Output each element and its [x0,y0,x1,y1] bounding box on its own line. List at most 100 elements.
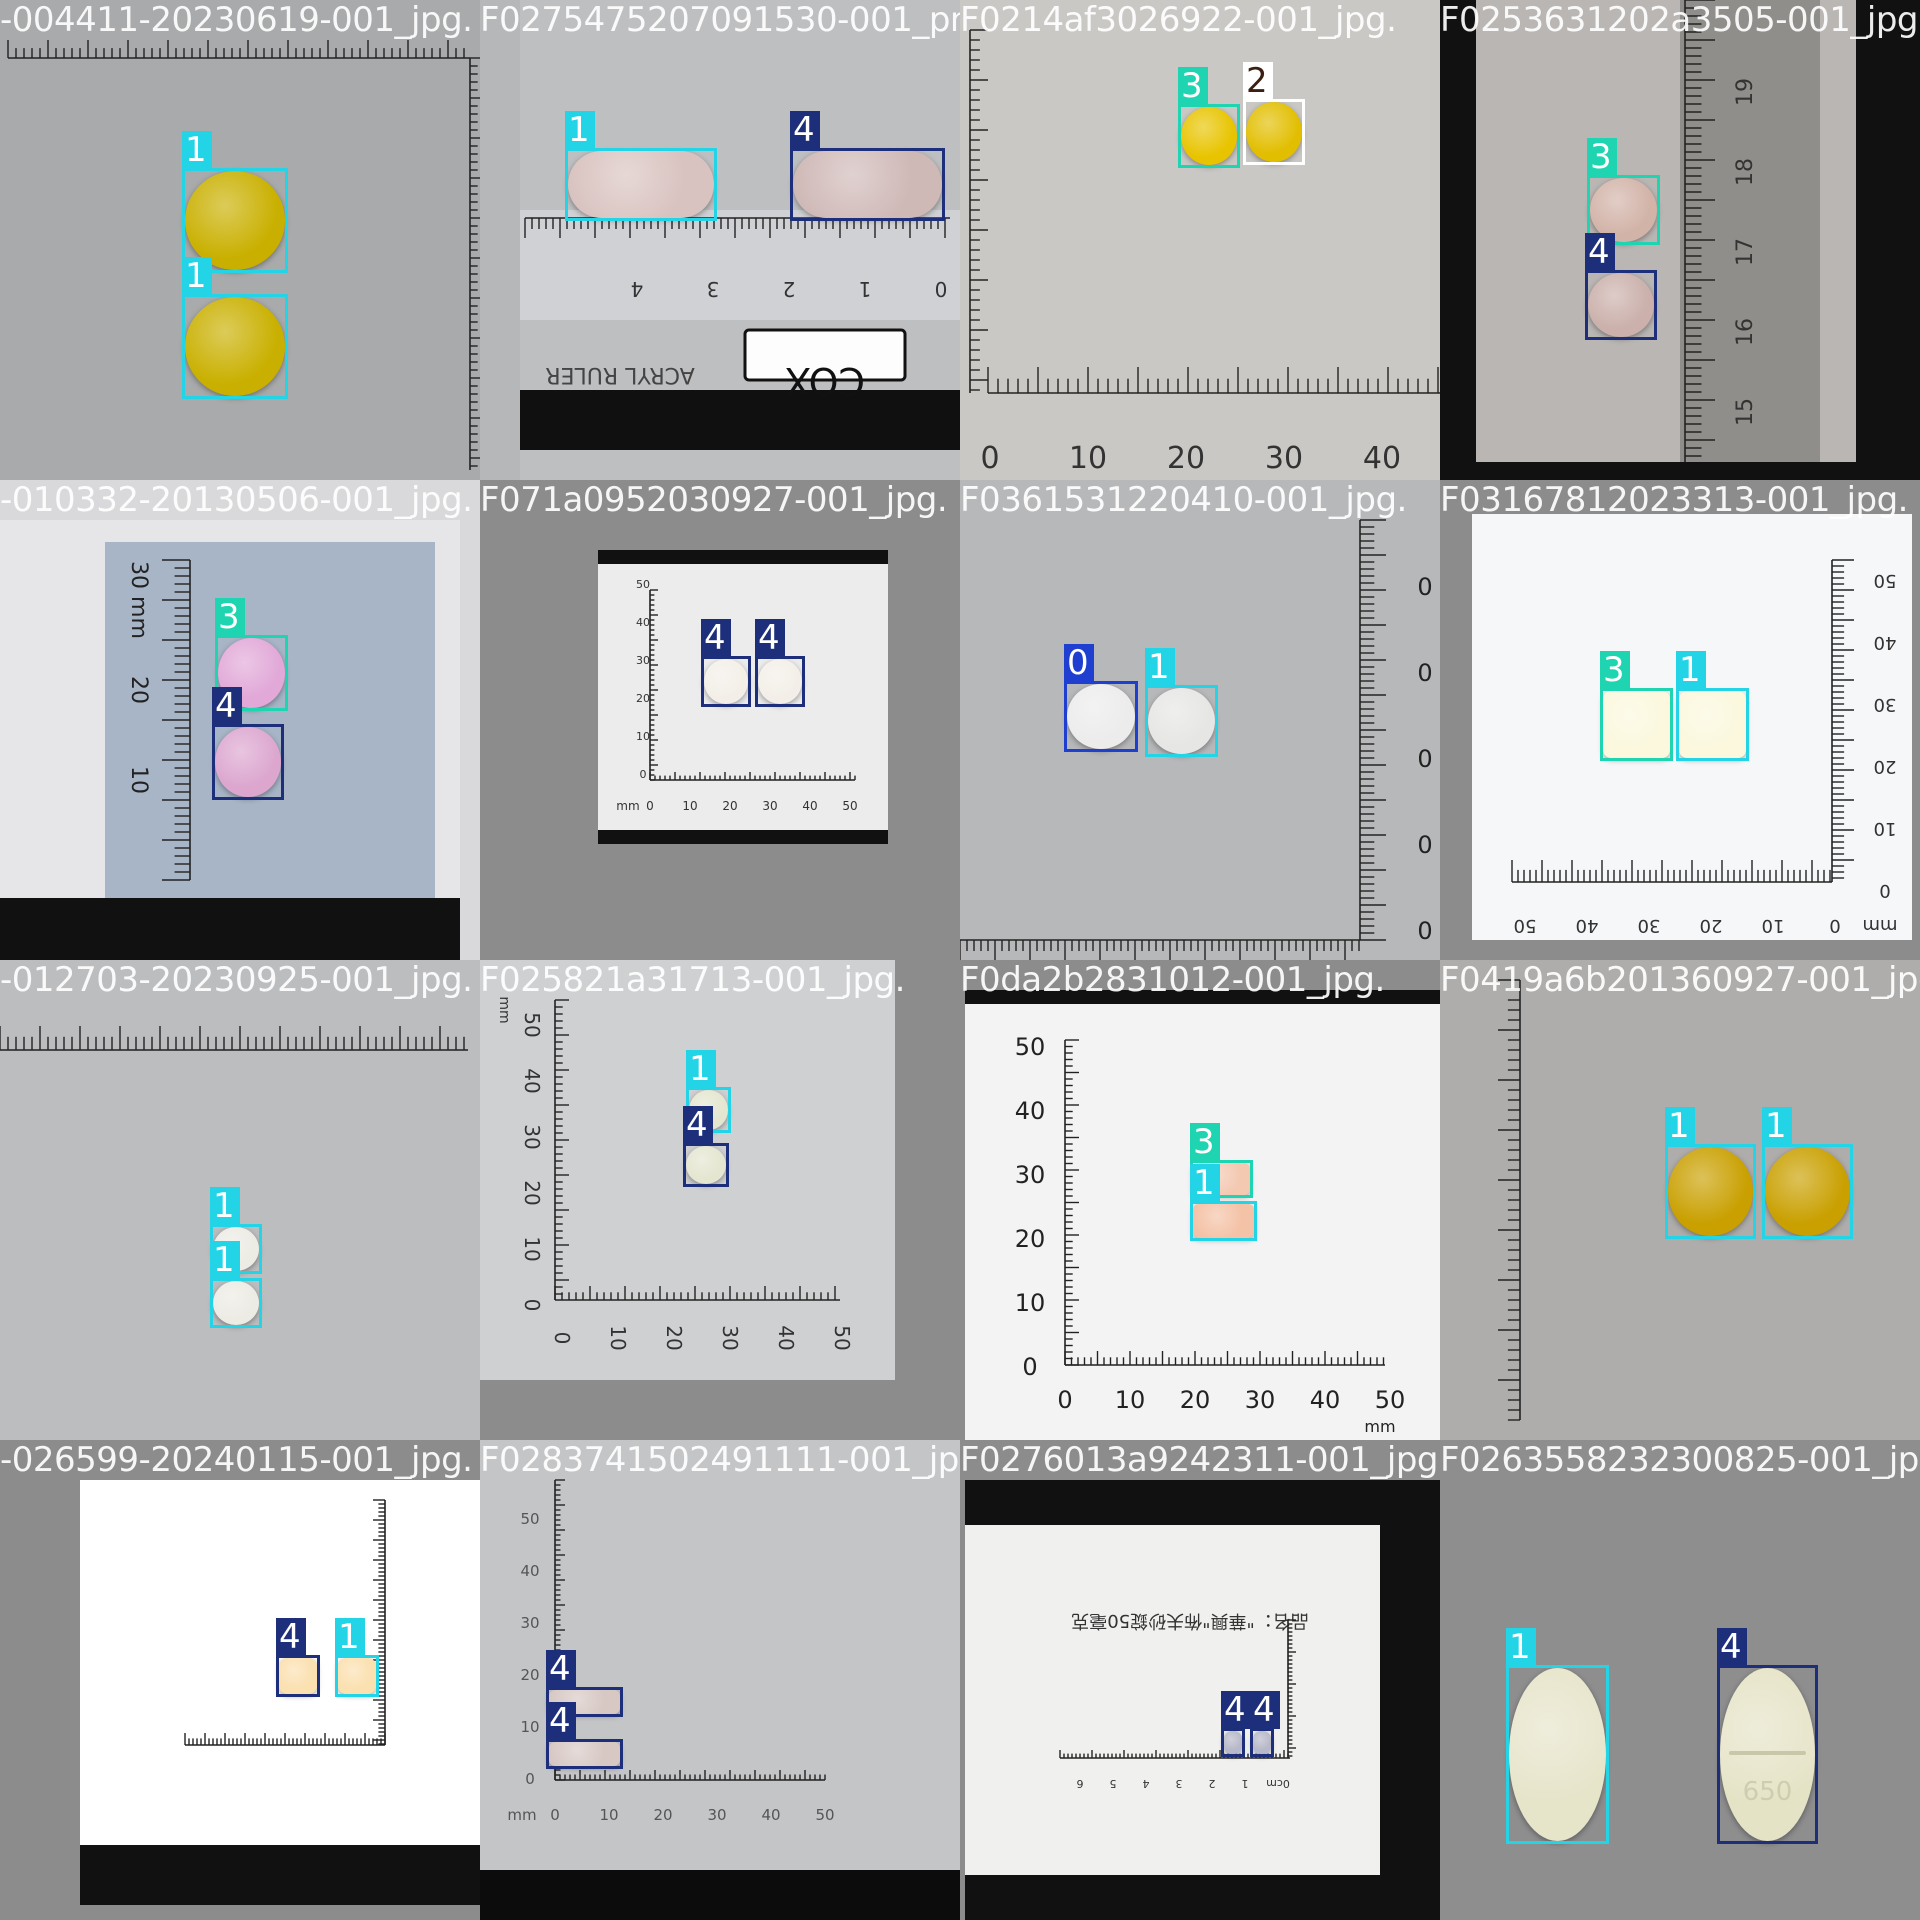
ruler-tick-label: 10 [1874,818,1897,839]
ruler-tick-label: 50 [1514,915,1537,936]
ruler-tick-label: 30 [1638,915,1661,936]
ruler-tick-label: 0 [646,799,654,813]
detection-box: 1 [1190,1164,1257,1241]
detection-box: 4 [1585,233,1657,340]
tile-filename: F071a0952030927-001_jpg. [480,480,948,520]
ruler-tick-label: 50 [842,799,857,813]
class-label: 1 [1665,1107,1695,1145]
ruler-tick-label: 40 [1310,1386,1341,1414]
detection-box: 1 [335,1618,379,1697]
ruler-tick-label: 3 [707,277,720,301]
tile-filename: -012703-20230925-001_jpg. [0,960,473,1000]
ruler-tick-label: 10 [1762,915,1785,936]
class-label: 1 [210,1187,240,1225]
ruler-tick-label: 30 mm [126,561,151,639]
ruler-tick-label: 30 [1015,1161,1046,1189]
ruler-tick-label: 30 [1874,694,1897,715]
ruler-tick-label: 0cm [1266,1777,1290,1790]
detection-box: 1 [1665,1107,1756,1239]
mosaic-tile: 1 1 F0419a6b201360927-001_jpg. [1440,960,1920,1440]
class-label: 4 [546,1650,576,1688]
mosaic-tile: 4 1 -026599-20240115-001_jpg. [0,1440,480,1920]
detection-box: 1 [210,1241,262,1328]
class-label: 4 [546,1702,576,1740]
ruler-tick-label: 0 [935,277,948,301]
class-label: 4 [790,111,820,149]
tile-filename: F0419a6b201360927-001_jpg. [1440,960,1920,1000]
mosaic-tile: 650 1 4 F0263558232300825-001_jpg. [1440,1440,1920,1920]
class-label: 1 [1190,1164,1220,1202]
ruler-tick-label: 30 [707,1806,726,1824]
ruler-tick-label: 20 [1180,1386,1211,1414]
ruler-tick-label: 18 [1733,158,1758,186]
tile-filename: F025821a31713-001_jpg. [480,960,905,1000]
ruler-tick-label: 50 [1015,1033,1046,1061]
ruler-tick-label: 40 [1363,441,1401,476]
ruler-tick-label: 20 [126,676,151,704]
brand-logo-text: COX [785,359,865,403]
detection-box: 4 [755,619,805,707]
mosaic-grid: 1 1 -004411-20230619-001_jpg. 4 3 2 1 0 COX ACRYL… [0,0,1920,1920]
ruler-tick-label: 30 [520,1124,544,1149]
ruler-tick-label: 2 [1209,1777,1216,1790]
class-label: 2 [1243,62,1273,100]
mosaic-tile: 4 3 2 1 0 COX ACRYL RULER 1 4 F0275475207091530-0… [480,0,960,480]
mosaic-tile: 0 0 0 0 0 0 1 F0361531220410-001_jpg. [960,480,1440,960]
detection-box: 4 [1717,1628,1818,1844]
ruler-tick-label: 20 [520,1180,544,1205]
tile-photo: 4 3 2 1 0 COX ACRYL RULER [480,0,960,480]
tile-filename: F0214af3026922-001_jpg. [960,0,1397,40]
class-label: 3 [1178,67,1208,105]
ruler-tick-label: 0 [550,1806,560,1824]
ruler-tick-label: 50 [1874,570,1897,591]
tile-filename: -010332-20130506-001_jpg. [0,480,473,520]
class-label: 4 [1250,1691,1280,1729]
detection-box: 4 [790,111,945,221]
detection-box: 2 [1243,62,1305,165]
tile-filename: F03167812023313-001_jpg. [1440,480,1908,520]
class-label: 1 [1762,1107,1792,1145]
detection-box: 4 [212,687,284,800]
ruler-tick-label: 20 [636,692,650,705]
class-label: 0 [1064,644,1094,682]
tile-filename: F0da2b2831012-001_jpg. [960,960,1385,1000]
ruler-tick-label: 0 [1879,880,1890,901]
ruler-tick-label: 30 [718,1325,742,1350]
class-label: 4 [683,1106,713,1144]
detection-box: 3 [1600,651,1673,761]
class-label: 4 [1221,1691,1251,1729]
ruler-tick-label: 20 [1874,756,1897,777]
tile-filename: F0276013a9242311-001_jpg. [960,1440,1440,1480]
class-label: 4 [701,619,731,657]
detection-box: 1 [1506,1628,1609,1844]
tile-photo: 品名："華興"佈夫砂錠50毫克 6 5 4 3 2 1 0cm [960,1440,1440,1920]
detection-box: 1 [1762,1107,1853,1239]
ruler-tick-label: 40 [802,799,817,813]
class-label: 4 [212,687,242,725]
ruler-tick-label: 30 [1245,1386,1276,1414]
ruler-tick-label: 0 [1057,1386,1072,1414]
ruler-tick-label: 40 [520,1562,539,1580]
detection-box: 1 [182,257,288,399]
class-label: 1 [686,1050,716,1088]
ruler-tick-label: 10 [636,730,650,743]
mosaic-tile: 0 0 10 10 20 20 30 30 40 40 50 50 mm 4 4 F071a095203092… [480,480,960,960]
ruler-tick-label: 0 [980,441,999,476]
class-label: 4 [1717,1628,1747,1666]
ruler-tick-label: 5 [1110,1777,1117,1790]
ruler-tick-label: 30 [762,799,777,813]
ruler-tick-label: 10 [520,1718,539,1736]
ruler-tick-label: 1 [859,277,872,301]
tile-filename: F0283741502491111-001_jpg. [480,1440,960,1480]
class-label: 1 [1145,648,1175,686]
ruler-tick-label: 50 [830,1325,854,1350]
ruler-tick-label: 10 [126,766,151,794]
unit-label: mm [1364,1417,1395,1436]
class-label: 4 [755,619,785,657]
mosaic-tile: 0 0 10 10 20 20 30 30 40 40 50 50 mm 1 4 F025821a31713-… [480,960,960,1440]
class-label: 3 [1190,1123,1220,1161]
ruler-tick-label: 40 [1874,632,1897,653]
detection-box: 4 [1250,1691,1280,1757]
tile-filename: -004411-20230619-001_jpg. [0,0,473,40]
unit-label: mm [1862,915,1897,936]
